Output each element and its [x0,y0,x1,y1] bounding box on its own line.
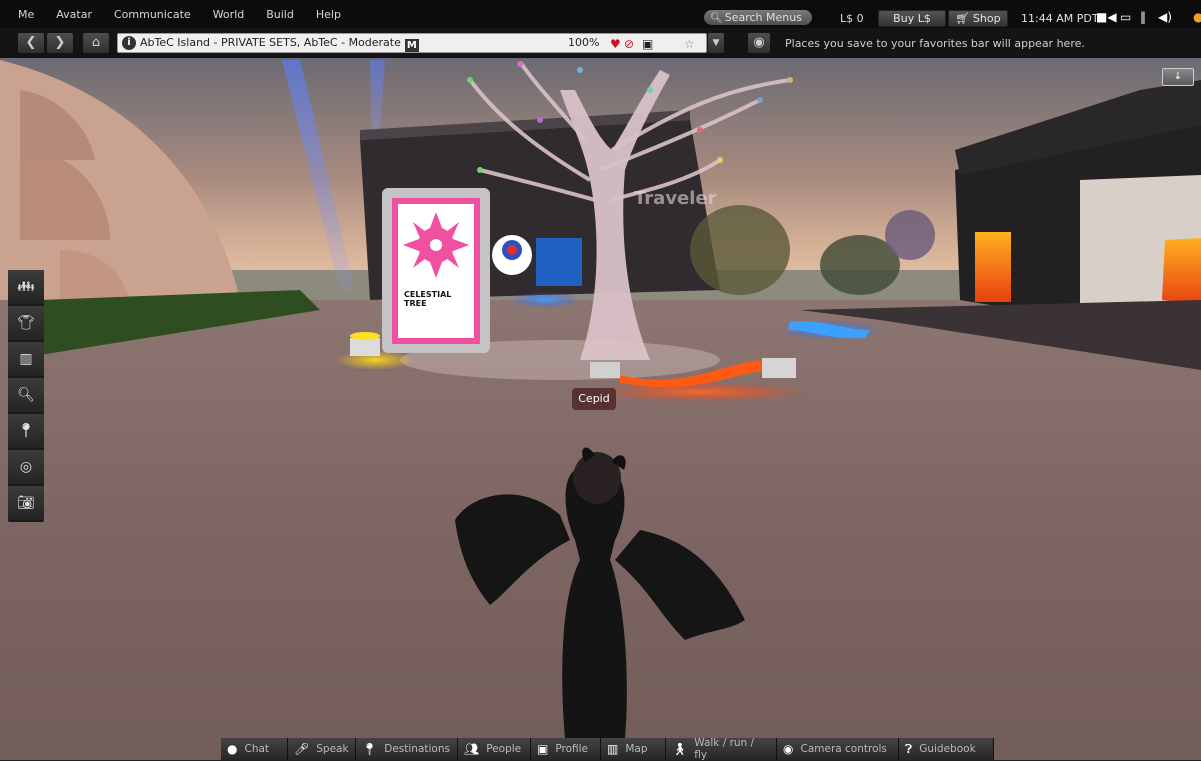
destinations-label: Destinations [384,743,450,755]
buy-currency-button[interactable]: Buy L$ [878,10,946,27]
board-title-line1: CELESTIAL [404,290,452,299]
maturity-badge: M [404,39,419,52]
appearance-button[interactable]: 👕︎ [8,306,44,340]
heart-icon: ♥ [610,37,621,51]
info-icon[interactable]: i [122,36,136,50]
destinations-button[interactable]: 📍︎ Destinations [356,738,458,760]
favorites-bar-hint: Places you save to your favorites bar wi… [785,37,1085,50]
map-label: Map [625,743,648,755]
home-icon: ⌂ [91,35,101,50]
back-button[interactable]: ❮ [18,33,44,53]
monitor-icon[interactable]: ▭ [1120,10,1131,24]
location-input[interactable]: i AbTeC Island - PRIVATE SETS, AbTeC - Mo… [117,33,707,53]
search-icon: 🔍︎ [710,13,723,24]
zoom-level: 100% [568,36,600,49]
places-button[interactable]: 📍︎ [8,414,44,448]
cart-icon: 🛒︎ [955,12,970,25]
star-icon[interactable]: ☆ [684,35,695,53]
avatar-name-tag[interactable]: Cepid [572,388,616,410]
places-icon: ◉ [753,35,765,50]
volume-icon[interactable]: ◀) [1158,10,1172,24]
chat-icon: ● [227,742,238,756]
guidebook-label: Guidebook [919,743,976,755]
video-camera-icon[interactable]: ■◀ [1096,10,1117,24]
home-button[interactable]: ⌂ [83,33,109,53]
people-toolbar-button[interactable]: 👥︎ People [458,738,531,760]
microphone-icon: 🎤︎ [294,742,310,756]
people-button[interactable]: 👪︎ [8,270,44,304]
world-viewport[interactable] [0,0,1201,760]
pause-icon[interactable]: ‖ [1140,10,1146,24]
location-dropdown-button[interactable]: ▼ [708,33,724,53]
location-pin-icon: 📍︎ [362,742,378,756]
people-icon: 👪︎ [17,279,35,295]
search-icon: 🔍︎ [17,387,35,403]
profile-label: Profile [555,743,588,755]
help-icon: ❓︎ [905,741,913,756]
notification-dot[interactable]: ● [1193,10,1201,24]
navigation-bar: ❮ ❯ ⌂ i AbTeC Island - PRIVATE SETS, AbTe… [0,28,1201,58]
search-button[interactable]: 🔍︎ [8,378,44,412]
speak-label: Speak [316,743,349,755]
chevron-left-icon: ❮ [25,35,37,50]
chat-label: Chat [244,743,270,755]
search-menus-placeholder: Search Menus [724,11,802,24]
appearance-icon: 👕︎ [17,315,35,331]
menu-avatar[interactable]: Avatar [45,8,103,21]
places-icon: 📍︎ [17,423,35,439]
favorites-button[interactable]: ◉ [748,33,770,53]
walk-run-fly-button[interactable]: 🚶︎ Walk / run / fly [666,737,777,761]
menu-build[interactable]: Build [255,8,305,21]
snapshot-button[interactable]: 📷︎ [8,486,44,520]
shop-button[interactable]: 🛒︎ Shop [948,10,1008,27]
walk-icon: 🚶︎ [672,742,688,756]
left-toolbar: 👪︎ 👕︎ ▥ 🔍︎ 📍︎ ◎ 📷︎ [8,270,44,522]
no-build-icon: ▣ [642,37,654,51]
inventory-button[interactable]: ▥ [8,342,44,376]
map-button[interactable]: ▥ Map [601,738,666,760]
speak-button[interactable]: 🎤︎ Speak [288,738,356,760]
shop-label: Shop [972,12,1001,25]
camera-controls-button[interactable]: ◉ Camera controls [777,738,899,760]
voice-icon: ◎ [19,459,33,475]
snapshot-icon: 📷︎ [17,495,35,511]
minimize-navbar-button[interactable]: ↓ [1162,68,1194,86]
chat-button[interactable]: ● Chat [221,738,288,760]
chevron-down-icon: ▼ [712,38,720,48]
board-title: CELESTIAL TREE [404,290,451,308]
camera-controls-label: Camera controls [800,743,887,755]
eye-icon: ◉ [783,742,794,756]
location-text: AbTeC Island - PRIVATE SETS, AbTeC - Mod… [140,36,401,49]
board-title-line2: TREE [404,299,427,308]
chevron-right-icon: ❯ [54,35,66,50]
profile-icon: ▣ [537,742,549,756]
menu-communicate[interactable]: Communicate [103,8,202,21]
bottom-toolbar: ● Chat 🎤︎ Speak 📍︎ Destinations 👥︎ People ▣ P… [221,737,994,761]
voice-button[interactable]: ◎ [8,450,44,484]
building-sign: Traveler [634,188,717,209]
people-label: People [486,743,522,755]
profile-button[interactable]: ▣ Profile [531,738,601,760]
inventory-icon: ▥ [19,351,33,367]
no-push-icon: ⊘ [624,37,635,51]
menu-help[interactable]: Help [305,8,352,21]
search-menus-input[interactable]: 🔍︎ Search Menus [704,10,812,25]
balance-display[interactable]: L$ 0 [840,12,864,25]
guidebook-button[interactable]: ❓︎ Guidebook [899,738,994,760]
clock: 11:44 AM PDT [1021,12,1099,25]
people-icon: 👥︎ [464,742,480,756]
map-icon: ▥ [607,742,619,756]
forward-button[interactable]: ❯ [47,33,73,53]
walk-run-fly-label: Walk / run / fly [694,737,755,761]
menu-world[interactable]: World [202,8,256,21]
menu-me[interactable]: Me [0,8,45,21]
top-menu-bar: Me Avatar Communicate World Build Help 🔍… [0,0,1201,28]
